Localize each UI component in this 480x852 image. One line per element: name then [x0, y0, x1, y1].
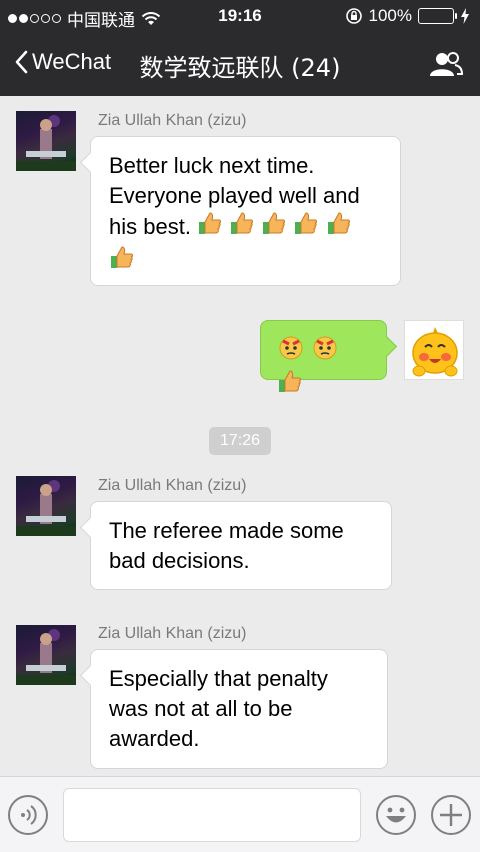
message-line-row: [109, 245, 382, 279]
message-bubble[interactable]: Especially that penalty was not at all t…: [90, 649, 388, 769]
status-bar: 中国联通 19:16 100%: [0, 0, 480, 32]
message-line-row: his best.: [109, 211, 382, 245]
nav-bar: WeChat 数学致远联队 (24): [0, 32, 480, 96]
add-icon: [440, 804, 462, 826]
my-message-bubble[interactable]: [260, 320, 387, 392]
message-line: Especially that penalty: [109, 666, 328, 691]
sender-avatar[interactable]: [16, 625, 76, 685]
voice-button[interactable]: [8, 795, 48, 835]
emoji-icon: [386, 807, 406, 823]
battery-icon: [418, 8, 457, 24]
input-bar: [0, 776, 480, 852]
thumbs-up-icon: [109, 245, 135, 279]
battery-percent: 100%: [368, 6, 412, 25]
message-line: bad decisions.: [109, 548, 250, 573]
sender-avatar[interactable]: [16, 111, 76, 171]
message-line: Better luck next time.: [109, 153, 315, 178]
charging-icon: [461, 8, 469, 24]
message-line: was not at all to be: [109, 696, 293, 721]
message-line: his best.: [109, 213, 191, 239]
message-line: The referee made some: [109, 518, 344, 543]
sender-name: Zia Ullah Khan (zizu): [98, 625, 247, 642]
message-input[interactable]: [63, 788, 361, 842]
add-button[interactable]: [431, 795, 471, 835]
chat-title: 数学致远联队 (24): [139, 54, 341, 82]
sender-name: Zia Ullah Khan (zizu): [98, 477, 247, 494]
thumbs-up-icon: [326, 211, 352, 245]
message-line: awarded.: [109, 726, 200, 751]
thumbs-up-icon: [277, 369, 303, 403]
timestamp-label: 17:26: [209, 427, 271, 455]
thumbs-up-icon: [229, 211, 255, 245]
message-bubble[interactable]: The referee made some bad decisions.: [90, 501, 392, 590]
message-line: Everyone played well and: [109, 183, 360, 208]
top-bar: 中国联通 19:16 100% WeChat 数学致远联队 (24): [0, 0, 480, 96]
thumbs-up-icon: [293, 211, 319, 245]
voice-icon: [21, 805, 37, 825]
emoji-button[interactable]: [376, 795, 416, 835]
thumbs-up-icon: [197, 211, 223, 245]
my-avatar[interactable]: [404, 320, 464, 380]
angry-face-icon: [277, 333, 305, 369]
angry-face-icon: [311, 333, 339, 369]
lock-rotation-icon: [345, 8, 362, 24]
group-members-icon[interactable]: [428, 50, 464, 78]
status-right: 100%: [345, 6, 470, 26]
thumbs-up-icon: [261, 211, 287, 245]
message-bubble[interactable]: Better luck next time. Everyone played w…: [90, 136, 401, 286]
sender-avatar[interactable]: [16, 476, 76, 536]
sender-name: Zia Ullah Khan (zizu): [98, 112, 247, 129]
